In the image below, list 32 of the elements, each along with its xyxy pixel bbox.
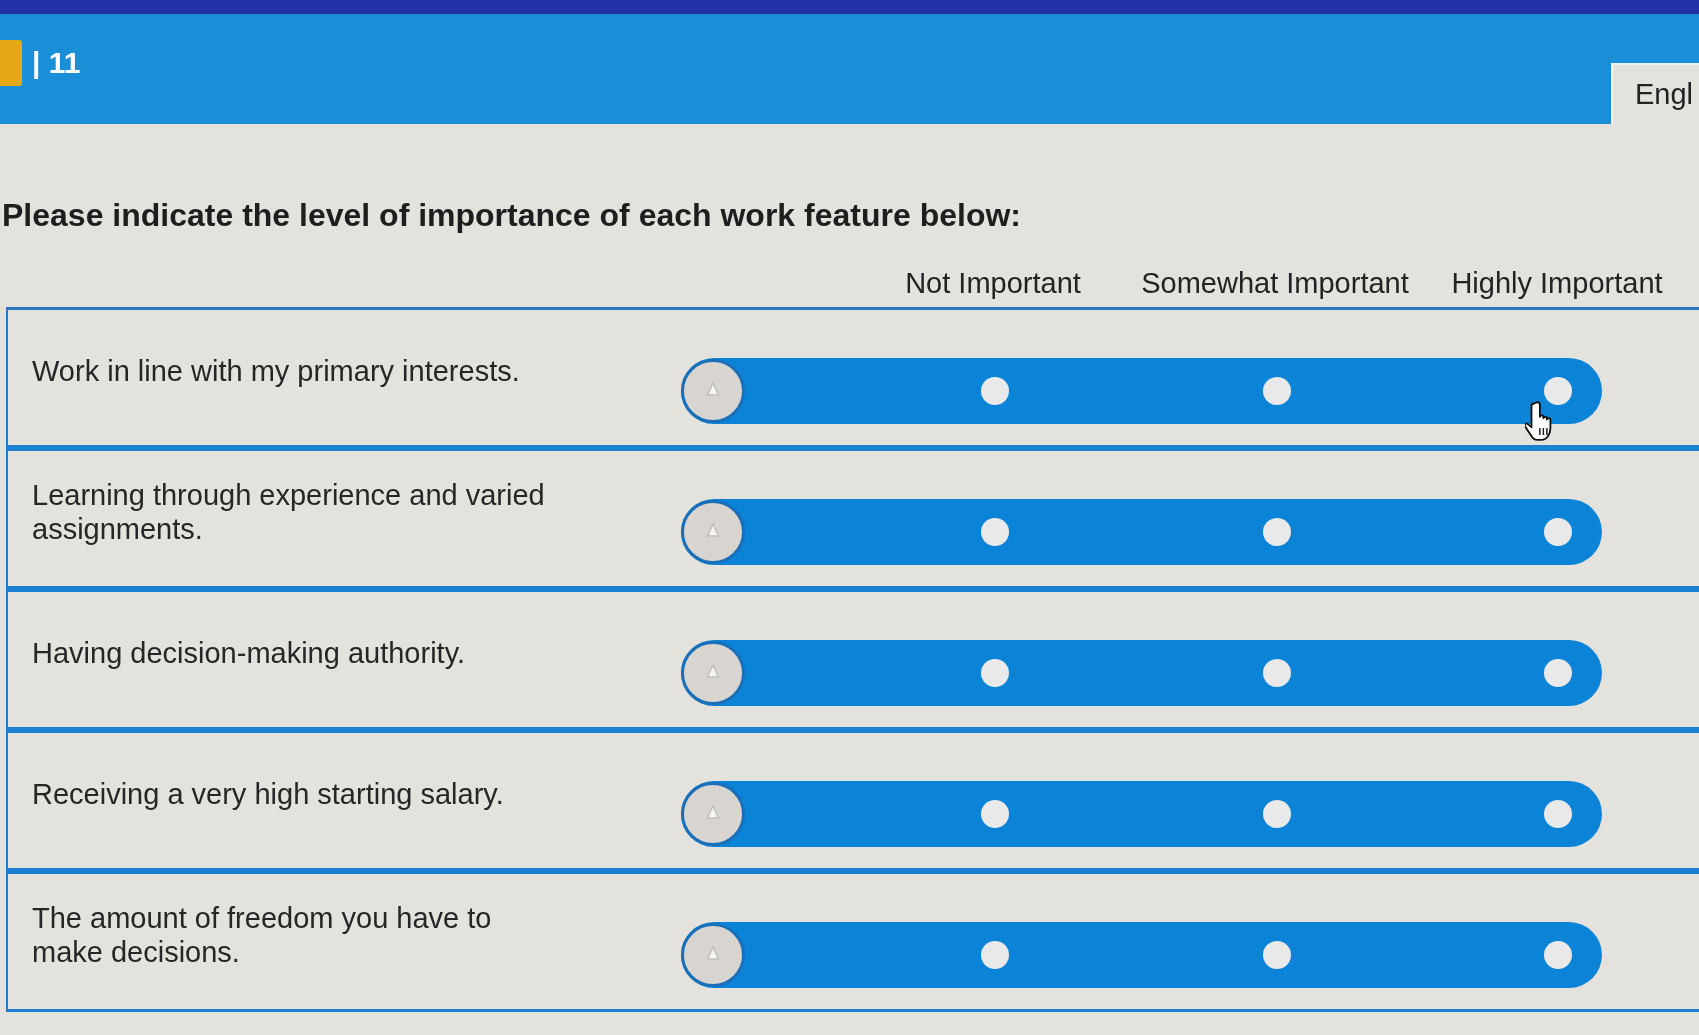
slider-dot-icon	[1544, 517, 1572, 546]
feature-label: Work in line with my primary interests.	[32, 353, 521, 388]
slider-dot-icon	[981, 799, 1010, 828]
scale-label: Somewhat Important	[1141, 266, 1409, 300]
slider-thumb[interactable]	[681, 640, 745, 705]
scale-label: Highly Important	[1451, 266, 1663, 300]
slider-dot-icon	[981, 376, 1010, 405]
feature-label: The amount of freedom you have to make decisions.	[32, 900, 493, 969]
slider-dot-icon	[981, 940, 1010, 969]
slider-dot-icon	[1262, 940, 1291, 969]
slider-dot-icon	[1262, 658, 1291, 687]
slider-dot-icon	[981, 658, 1010, 687]
feature-label: Learning through experience and varied assignments.	[32, 477, 546, 546]
question-title: Please indicate the level of importance of each work feature below:	[1, 196, 1022, 234]
slider-dot-icon	[1544, 658, 1572, 687]
feature-label: Receiving a very high starting salary.	[32, 776, 505, 811]
slider-thumb[interactable]	[681, 499, 745, 564]
slider-thumb[interactable]	[681, 922, 745, 987]
slider-dot-icon	[1544, 376, 1572, 405]
language-selector[interactable]: Engl	[1610, 63, 1699, 124]
slider-dot-icon	[1544, 940, 1572, 969]
slider-dot-icon	[1262, 517, 1291, 546]
question-counter: | 11	[32, 46, 81, 80]
scale-label: Not Important	[905, 266, 1081, 300]
slider-dot-icon	[1262, 799, 1291, 828]
slider-dot-icon	[981, 517, 1010, 546]
slider-thumb[interactable]	[681, 358, 745, 423]
slider-dot-icon	[1544, 799, 1572, 828]
counter-badge	[0, 40, 22, 86]
slider-thumb[interactable]	[681, 781, 745, 846]
feature-label: Having decision-making authority.	[32, 635, 467, 670]
slider-dot-icon	[1262, 376, 1291, 405]
